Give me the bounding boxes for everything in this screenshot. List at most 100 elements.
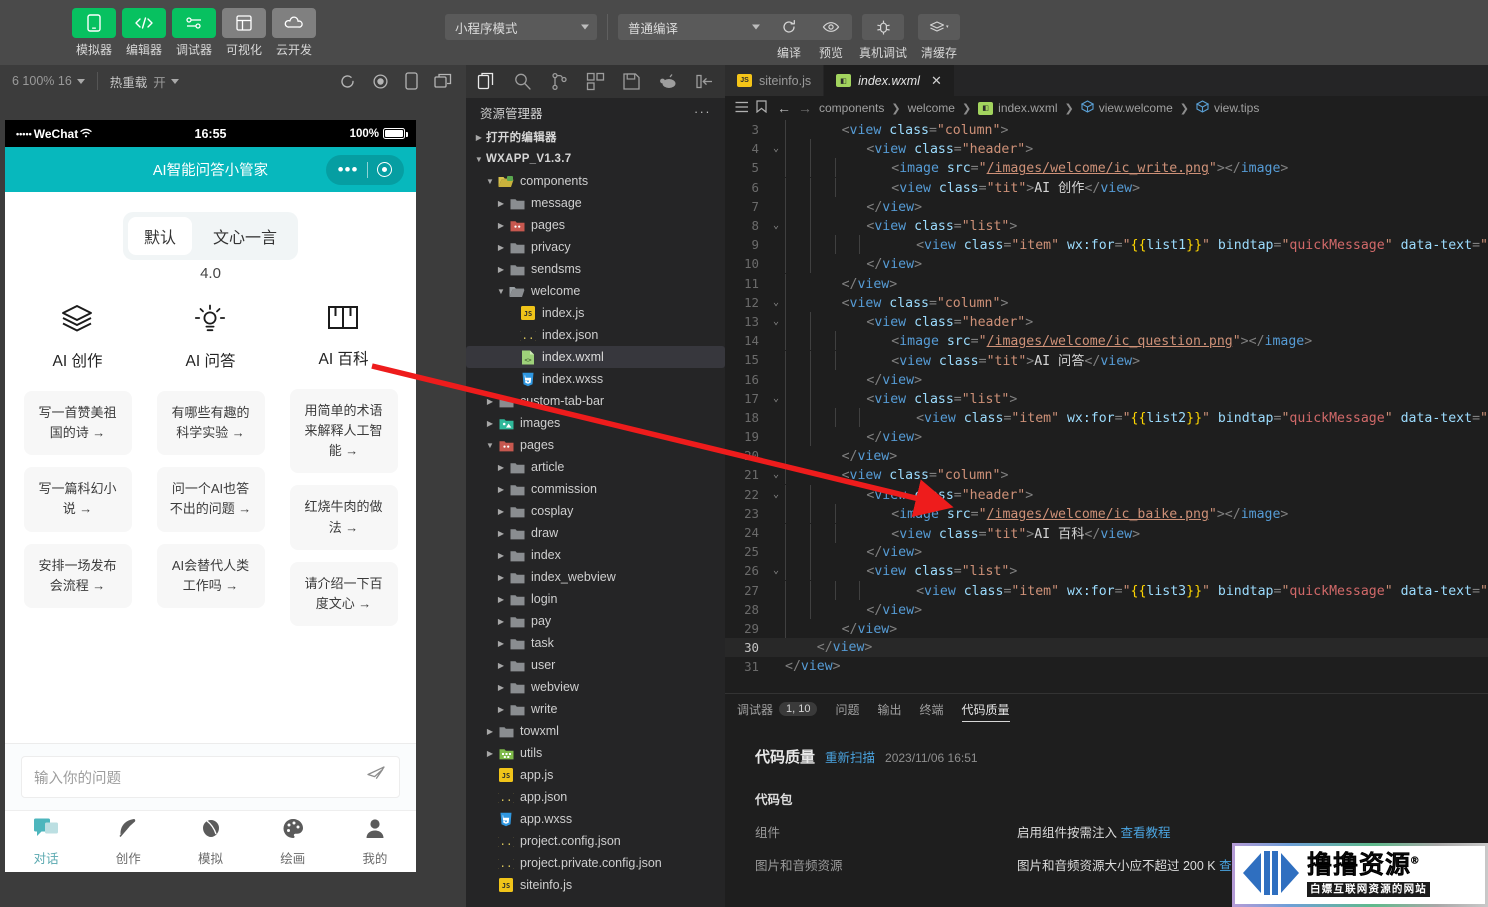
tree-item-siteinfo-js[interactable]: JS siteinfo.js <box>466 874 725 896</box>
tree-item-images[interactable]: ▶ images <box>466 412 725 434</box>
bug-run-icon[interactable] <box>656 69 680 95</box>
outline-icon[interactable] <box>735 101 749 116</box>
send-icon[interactable] <box>365 764 387 791</box>
quick-question-item[interactable]: 写一首赞美祖国的诗 → <box>23 391 132 456</box>
device-select[interactable]: 6 100% 16 <box>0 65 97 97</box>
tree-item-pages[interactable]: ▶ pages <box>466 214 725 236</box>
tree-item-project-config-json[interactable]: {..} project.config.json <box>466 830 725 852</box>
mode-select[interactable]: 小程序模式 <box>445 14 597 40</box>
explorer-more-icon[interactable]: ··· <box>694 105 711 119</box>
quick-question-item[interactable]: 问一个AI也答不出的问题 → <box>156 467 265 532</box>
toolbar-editor-button[interactable]: 编辑器 <box>122 8 166 58</box>
tree-item-index-wxml[interactable]: <> index.wxml <box>466 346 725 368</box>
wechat-capsule[interactable]: ••• <box>326 154 404 185</box>
tab-paint[interactable]: 绘画 <box>252 817 334 867</box>
tree-item-pages[interactable]: ▼ pages <box>466 434 725 456</box>
tab-simulate[interactable]: 模拟 <box>169 817 251 867</box>
chevron-down-icon[interactable]: ⌄ <box>767 316 785 327</box>
window-icon[interactable] <box>434 73 452 89</box>
nav-forward-icon[interactable]: → <box>798 100 812 116</box>
real-device-debug-button[interactable]: 真机调试 <box>858 14 908 61</box>
tree-item-app-wxss[interactable]: app.wxss <box>466 808 725 830</box>
segment-default[interactable]: 默认 <box>127 217 192 255</box>
collapse-panel-icon[interactable] <box>693 69 717 95</box>
tree-item-webview[interactable]: ▶ webview <box>466 676 725 698</box>
chevron-down-icon[interactable]: ⌄ <box>767 489 785 500</box>
tree-item-index-js[interactable]: JS index.js <box>466 302 725 324</box>
tab-siteinfo-js[interactable]: JS siteinfo.js <box>725 65 825 96</box>
tree-item-welcome[interactable]: ▼ welcome <box>466 280 725 302</box>
panel-tab-输出[interactable]: 输出 <box>878 694 902 724</box>
toolbar-simulator-button[interactable]: 模拟器 <box>72 8 116 58</box>
chevron-down-icon[interactable]: ⌄ <box>767 393 785 404</box>
source-control-icon[interactable] <box>547 69 571 95</box>
tree-item-app-json[interactable]: {..} app.json <box>466 786 725 808</box>
breadcrumb-symbol-tips[interactable]: view.tips <box>1195 100 1259 116</box>
panel-tab-问题[interactable]: 问题 <box>835 694 859 724</box>
quick-question-item[interactable]: 安排一场发布会流程 → <box>23 543 132 608</box>
project-root[interactable]: ▼ WXAPP_V1.3.7 <box>466 148 725 170</box>
bookmark-icon[interactable] <box>756 100 767 116</box>
tree-item-app-js[interactable]: JS app.js <box>466 764 725 786</box>
phone-scroll-area[interactable]: 默认 文心一言 4.0 AI 创作 写一首赞美祖国的诗 → 写一篇科幻小说 → … <box>5 192 416 743</box>
tree-item-pay[interactable]: ▶ pay <box>466 610 725 632</box>
more-icon[interactable]: ••• <box>338 161 368 178</box>
tree-item-index-webview[interactable]: ▶ index_webview <box>466 566 725 588</box>
chevron-down-icon[interactable]: ⌄ <box>767 469 785 480</box>
nav-back-icon[interactable]: ← <box>777 100 791 116</box>
tab-create[interactable]: 创作 <box>87 817 169 867</box>
close-circle-icon[interactable] <box>377 162 393 177</box>
tree-item-project-private-config-json[interactable]: {..} project.private.config.json <box>466 852 725 874</box>
quick-question-item[interactable]: AI会替代人类工作吗 → <box>156 543 265 608</box>
chat-input[interactable]: 输入你的问题 <box>21 756 400 798</box>
clear-cache-button[interactable]: 清缓存 <box>914 14 964 61</box>
record-icon[interactable] <box>372 73 389 90</box>
chevron-down-icon[interactable]: ⌄ <box>767 143 785 154</box>
breadcrumb-welcome[interactable]: welcome <box>908 101 955 115</box>
tree-item-user[interactable]: ▶ user <box>466 654 725 676</box>
quality-link[interactable]: 查看教程 <box>1120 826 1170 840</box>
quick-question-item[interactable]: 红烧牛肉的做法 → <box>289 485 398 550</box>
quick-question-item[interactable]: 请介绍一下百度文心 → <box>289 561 398 626</box>
tree-item-login[interactable]: ▶ login <box>466 588 725 610</box>
quick-question-item[interactable]: 用简单的术语来解释人工智能 → <box>289 389 398 474</box>
close-icon[interactable]: ✕ <box>931 73 942 89</box>
segment-wenxin[interactable]: 文心一言 <box>197 217 293 255</box>
breadcrumb-symbol-welcome[interactable]: view.welcome <box>1080 100 1173 116</box>
tree-item-privacy[interactable]: ▶ privacy <box>466 236 725 258</box>
quick-question-item[interactable]: 有哪些有趣的科学实验 → <box>156 391 265 456</box>
tree-item-towxml[interactable]: ▶ towxml <box>466 720 725 742</box>
tab-chat[interactable]: 对话 <box>5 817 87 867</box>
breadcrumb-file[interactable]: ◧ index.wxml <box>978 101 1058 115</box>
device-icon[interactable] <box>405 72 418 90</box>
tree-item-index[interactable]: ▶ index <box>466 544 725 566</box>
tree-item-index-json[interactable]: {..} index.json <box>466 324 725 346</box>
code-content[interactable]: 3 <view class="column"> 4 ⌄ <view class="h… <box>725 120 1488 673</box>
panel-tab-代码质量[interactable]: 代码质量 <box>961 694 1010 724</box>
toolbar-visual-button[interactable]: 可视化 <box>222 8 266 58</box>
tree-item-components[interactable]: ▼ components <box>466 170 725 192</box>
chevron-down-icon[interactable]: ⌄ <box>767 297 785 308</box>
quick-question-item[interactable]: 写一篇科幻小说 → <box>23 467 132 532</box>
tree-item-message[interactable]: ▶ message <box>466 192 725 214</box>
compile-select[interactable]: 普通编译 <box>618 14 768 40</box>
tab-mine[interactable]: 我的 <box>334 817 416 867</box>
tree-item-cosplay[interactable]: ▶ cosplay <box>466 500 725 522</box>
hot-reload-toggle[interactable]: 热重载 开 <box>98 65 191 97</box>
tree-item-task[interactable]: ▶ task <box>466 632 725 654</box>
tree-item-sendsms[interactable]: ▶ sendsms <box>466 258 725 280</box>
panel-tab-终端[interactable]: 终端 <box>920 694 944 724</box>
tree-item-custom-tab-bar[interactable]: ▶ custom-tab-bar <box>466 390 725 412</box>
compile-button[interactable]: 编译 <box>768 14 810 61</box>
save-icon[interactable] <box>620 69 644 95</box>
search-icon[interactable] <box>510 69 534 95</box>
tab-index-wxml[interactable]: ◧ index.wxml ✕ <box>824 65 955 96</box>
refresh-icon[interactable] <box>339 73 356 90</box>
breadcrumb-components[interactable]: components <box>819 101 884 115</box>
tree-item-draw[interactable]: ▶ draw <box>466 522 725 544</box>
files-icon[interactable] <box>474 69 498 95</box>
extensions-icon[interactable] <box>583 69 607 95</box>
tree-item-utils[interactable]: ▶ utils <box>466 742 725 764</box>
open-editors-section[interactable]: ▶ 打开的编辑器 <box>466 126 725 148</box>
toolbar-debugger-button[interactable]: 调试器 <box>172 8 216 58</box>
